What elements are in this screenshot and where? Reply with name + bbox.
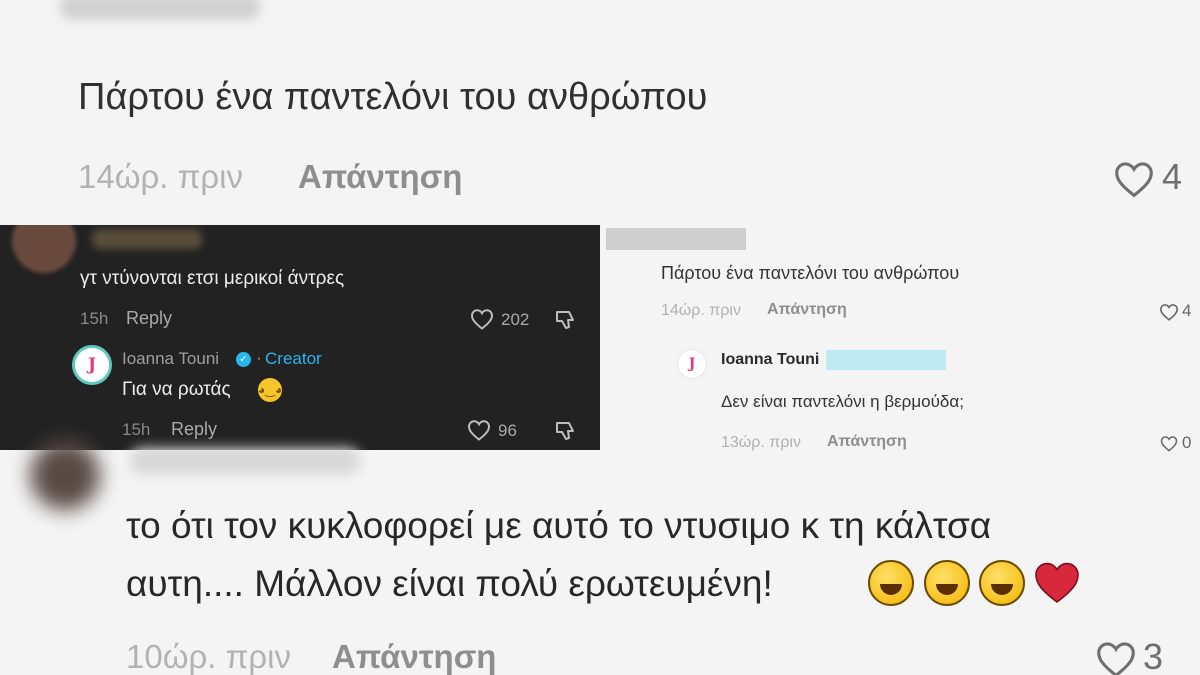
dark-reply-reply-button[interactable]: Reply: [171, 419, 217, 440]
heart-outline-icon[interactable]: [1113, 160, 1155, 198]
reply-author-name[interactable]: Ioanna Touni: [721, 351, 819, 369]
reply-author-name[interactable]: Ioanna Touni: [122, 349, 219, 369]
avatar[interactable]: J: [72, 345, 112, 385]
avatar[interactable]: [30, 440, 100, 510]
separator-dot: ·: [256, 348, 262, 367]
right-comment-like-count: 4: [1182, 301, 1192, 320]
red-heart-emoji-icon: [1035, 562, 1079, 603]
blurred-username: [130, 448, 360, 474]
right-comment-text: Πάρτου ένα παντελόνι του ανθρώπου: [661, 263, 960, 283]
dark-reply-time: 15h: [122, 420, 151, 439]
bottom-comment-time: 10ώρ. πριν: [126, 638, 291, 675]
blurred-username: [92, 229, 202, 249]
avatar-letter: J: [688, 356, 696, 372]
rolling-laughing-emoji-icon: [868, 560, 914, 606]
dark-reply-text: Για να ρωτάς: [122, 379, 231, 400]
rolling-laughing-emoji-icon: [979, 560, 1025, 606]
thumbs-down-icon[interactable]: [553, 307, 579, 331]
right-reply-time: 13ώρ. πριν: [721, 434, 801, 451]
right-comment-reply-button[interactable]: Απάντηση: [767, 301, 847, 319]
top-comment-time: 14ώρ. πριν: [78, 158, 243, 195]
bottom-comment-text-line1: το ότι τον κυκλοφορεί με αυτό το ντυσιμο…: [126, 505, 992, 546]
avatar[interactable]: [12, 225, 76, 273]
blurred-username: [606, 228, 746, 250]
top-comment-like-count: 4: [1162, 156, 1183, 197]
rolling-laughing-emoji-icon: [924, 560, 970, 606]
thumbs-down-icon[interactable]: [553, 418, 579, 442]
right-comment-time: 14ώρ. πριν: [661, 302, 741, 319]
avatar-letter: J: [87, 355, 97, 375]
bottom-comment-like-count: 3: [1143, 636, 1164, 675]
dark-reply-like-count: 96: [498, 421, 517, 440]
dark-comment-like-count: 202: [501, 310, 530, 329]
top-comment-text: Πάρτου ένα παντελόνι του ανθρώπου: [78, 76, 708, 118]
bottom-comment-text-line2: αυτη.... Μάλλον είναι πολύ ερωτευμένη!: [126, 563, 773, 604]
right-reply-like-count: 0: [1182, 433, 1192, 452]
dark-comment-text: γτ ντύνονται ετσι μερικοί άντρες: [80, 268, 345, 289]
dark-comment-reply-button[interactable]: Reply: [126, 308, 172, 329]
heart-outline-icon[interactable]: [470, 308, 494, 330]
heart-outline-icon[interactable]: [1095, 640, 1137, 675]
blurred-badge: [826, 350, 946, 370]
bottom-comment-reply-button[interactable]: Απάντηση: [332, 638, 496, 675]
avatar[interactable]: J: [677, 349, 707, 379]
heart-outline-icon[interactable]: [1160, 435, 1178, 452]
right-reply-reply-button[interactable]: Απάντηση: [827, 433, 907, 451]
heart-outline-icon[interactable]: [467, 419, 491, 441]
creator-badge: Creator: [265, 349, 322, 368]
hugging-face-emoji-icon: ◕‿◕: [258, 378, 282, 402]
right-reply-text: Δεν είναι παντελόνι η βερμούδα;: [721, 392, 964, 411]
heart-outline-icon[interactable]: [1159, 303, 1179, 321]
dark-comment-time: 15h: [80, 309, 109, 328]
top-comment-reply-button[interactable]: Απάντηση: [298, 158, 462, 196]
verified-check-icon: ✓: [236, 352, 251, 367]
dark-comment-panel: γτ ντύνονται ετσι μερικοί άντρες 15h Rep…: [0, 225, 600, 450]
blurred-username: [60, 0, 260, 20]
